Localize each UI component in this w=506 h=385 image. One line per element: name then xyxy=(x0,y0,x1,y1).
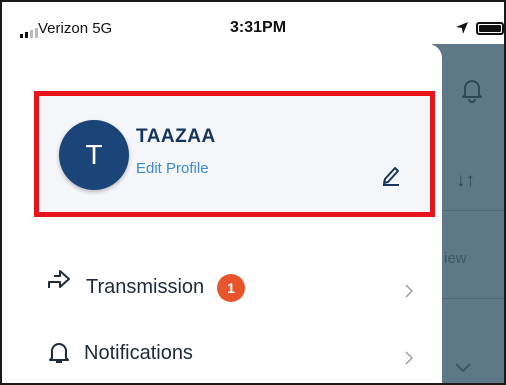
avatar[interactable]: T xyxy=(59,120,129,190)
carrier-label: Verizon 5G xyxy=(38,20,113,37)
pencil-icon[interactable] xyxy=(381,164,401,186)
background-divider xyxy=(432,298,504,299)
signal-icon xyxy=(20,28,38,38)
notification-count-badge: 1 xyxy=(217,274,245,302)
menu-item-label: Notifications xyxy=(84,342,193,364)
chevron-right-icon xyxy=(405,284,414,298)
edit-profile-link[interactable]: Edit Profile xyxy=(136,160,209,177)
share-arrow-icon xyxy=(48,270,70,288)
status-time: 3:31PM xyxy=(230,19,287,36)
menu-item-transmission[interactable]: Transmission 1 xyxy=(2,254,442,314)
background-chevron-down-icon xyxy=(455,363,471,373)
location-arrow-icon xyxy=(456,22,468,34)
background-sort-icon: ↓↑ xyxy=(456,170,475,191)
profile-card[interactable]: T TAAZAA Edit Profile xyxy=(34,91,435,217)
chevron-right-icon xyxy=(405,351,414,365)
phone-screen: Verizon 5G 3:31PM ↓↑ iew T TAAZAA Edit P… xyxy=(0,0,506,385)
bell-icon xyxy=(49,343,69,363)
profile-name: TAAZAA xyxy=(136,126,216,147)
menu-item-notifications[interactable]: Notifications xyxy=(2,326,442,383)
background-partial-text: iew xyxy=(444,250,467,267)
status-bar: Verizon 5G 3:31PM xyxy=(2,2,504,44)
side-drawer: T TAAZAA Edit Profile Transmission 1 Not… xyxy=(2,44,442,383)
menu-item-label: Transmission xyxy=(86,276,205,298)
background-divider xyxy=(432,210,504,211)
battery-icon xyxy=(476,22,504,35)
background-bell-icon xyxy=(462,80,482,103)
